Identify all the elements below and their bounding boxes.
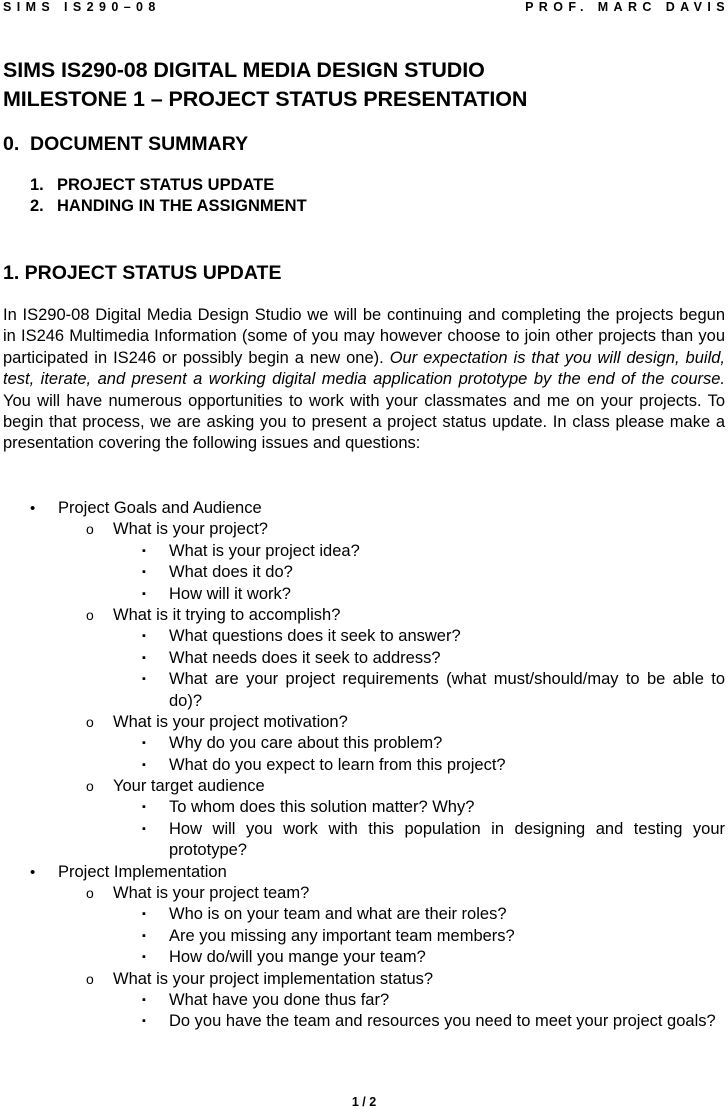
bullet-square-icon: ▪ xyxy=(142,630,146,643)
document-title: SIMS IS290-08 DIGITAL MEDIA DESIGN STUDI… xyxy=(3,56,723,114)
summary-item: 2. HANDING IN THE ASSIGNMENT xyxy=(30,196,307,217)
bullet-square-icon: ▪ xyxy=(142,737,146,750)
outline-label: To whom does this solution matter? Why? xyxy=(169,798,475,817)
outline-label: Project Implementation xyxy=(58,862,227,881)
outline-subitem: o What is your project implementation sta… xyxy=(0,969,728,990)
bullet-circle-icon: o xyxy=(86,778,94,795)
outline-label: What needs does it seek to address? xyxy=(169,648,441,667)
outline-item: • Project Goals and Audience xyxy=(0,498,728,519)
bullet-circle-icon: o xyxy=(86,970,94,987)
outline-subitem: o What is your project? xyxy=(0,519,728,540)
title-line-1: SIMS IS290-08 DIGITAL MEDIA DESIGN STUDI… xyxy=(3,58,485,82)
bullet-disc-icon: • xyxy=(30,500,36,517)
intro-paragraph: In IS290-08 Digital Media Design Studio … xyxy=(3,305,725,455)
issues-outline: • Project Goals and Audience o What is you… xyxy=(0,498,728,1054)
outline-question: ▪ How will it work? xyxy=(0,584,728,605)
header-course: SIMS IS290–08 xyxy=(3,0,161,14)
outline-label: Your target audience xyxy=(113,777,265,796)
outline-question: ▪ Why do you care about this problem? xyxy=(0,733,728,754)
outline-question: ▪ What does it do? xyxy=(0,562,728,583)
outline-question: ▪ Who is on your team and what are their … xyxy=(0,904,728,925)
outline-question: ▪ Do you have the team and resources you … xyxy=(0,1011,728,1054)
outline-label: Do you have the team and resources you n… xyxy=(169,1012,716,1031)
summary-item: 1. PROJECT STATUS UPDATE xyxy=(30,175,307,196)
bullet-square-icon: ▪ xyxy=(142,758,146,771)
header-professor: PROF. MARC DAVIS xyxy=(525,0,728,14)
bullet-square-icon: ▪ xyxy=(142,673,146,686)
summary-heading: 0. DOCUMENT SUMMARY xyxy=(3,132,248,156)
outline-question: ▪ What needs does it seek to address? xyxy=(0,648,728,669)
outline-question: ▪ What have you done thus far? xyxy=(0,990,728,1011)
summary-item-number: 2. xyxy=(30,197,44,215)
bullet-circle-icon: o xyxy=(86,606,94,623)
bullet-square-icon: ▪ xyxy=(142,544,146,557)
running-header: SIMS IS290–08 PROF. MARC DAVIS xyxy=(3,0,725,16)
outline-subitem: o Your target audience xyxy=(0,776,728,797)
outline-label: How will it work? xyxy=(169,584,291,603)
outline-subitem: o What is your project motivation? xyxy=(0,712,728,733)
outline-label: What is your project idea? xyxy=(169,541,360,560)
bullet-square-icon: ▪ xyxy=(142,951,146,964)
bullet-circle-icon: o xyxy=(86,885,94,902)
outline-label: What does it do? xyxy=(169,563,293,582)
bullet-square-icon: ▪ xyxy=(142,566,146,579)
bullet-square-icon: ▪ xyxy=(142,994,146,1007)
bullet-disc-icon: • xyxy=(30,863,36,881)
outline-label: What questions does it seek to answer? xyxy=(169,627,461,646)
bullet-circle-icon: o xyxy=(86,713,94,730)
outline-item: • Project Implementation xyxy=(0,862,728,883)
title-line-2: MILESTONE 1 – PROJECT STATUS PRESENTATIO… xyxy=(3,87,528,111)
outline-label: What is your project team? xyxy=(113,884,310,903)
bullet-square-icon: ▪ xyxy=(142,651,146,664)
bullet-square-icon: ▪ xyxy=(142,822,146,835)
bullet-square-icon: ▪ xyxy=(142,929,146,942)
bullet-circle-icon: o xyxy=(86,521,94,538)
outline-question: ▪ What questions does it seek to answer? xyxy=(0,626,728,647)
outline-label: How do/will you mange your team? xyxy=(169,948,426,967)
outline-question: ▪ What do you expect to learn from this p… xyxy=(0,755,728,776)
summary-heading-number: 0. xyxy=(3,133,20,155)
bullet-square-icon: ▪ xyxy=(142,587,146,600)
outline-subitem: o What is it trying to accomplish? xyxy=(0,605,728,626)
summary-item-label: HANDING IN THE ASSIGNMENT xyxy=(57,197,307,215)
summary-item-label: PROJECT STATUS UPDATE xyxy=(57,176,275,194)
bullet-square-icon: ▪ xyxy=(142,908,146,921)
outline-question: ▪ To whom does this solution matter? Why? xyxy=(0,797,728,818)
outline-label: What is your project implementation stat… xyxy=(113,969,434,988)
summary-list: 1. PROJECT STATUS UPDATE 2. HANDING IN THE… xyxy=(30,175,307,217)
outline-question: ▪ How will you work with this population … xyxy=(0,819,728,862)
outline-label: What is your project? xyxy=(113,520,268,539)
bullet-square-icon: ▪ xyxy=(142,801,146,814)
outline-label: What do you expect to learn from this pr… xyxy=(169,755,506,774)
outline-label: What is your project motivation? xyxy=(113,712,348,731)
outline-label: Project Goals and Audience xyxy=(58,499,262,517)
summary-item-number: 1. xyxy=(30,176,44,194)
outline-label: Why do you care about this problem? xyxy=(169,734,443,753)
summary-heading-text: DOCUMENT SUMMARY xyxy=(30,133,249,155)
intro-text-2: You will have numerous opportunities to … xyxy=(3,391,725,453)
outline-label: Who is on your team and what are their r… xyxy=(169,905,507,924)
document-page: SIMS IS290–08 PROF. MARC DAVIS SIMS IS29… xyxy=(0,0,728,1109)
outline-label: How will you work with this population i… xyxy=(169,819,725,860)
outline-question: ▪ How do/will you mange your team? xyxy=(0,947,728,968)
outline-question: ▪ What is your project idea? xyxy=(0,541,728,562)
outline-label: Are you missing any important team membe… xyxy=(169,926,515,945)
page-number: 1 / 2 xyxy=(351,1095,377,1109)
outline-question: ▪ What are your project requirements (wha… xyxy=(0,669,728,712)
outline-label: What are your project requirements (what… xyxy=(169,670,725,710)
outline-label: What have you done thus far? xyxy=(169,991,390,1010)
bullet-square-icon: ▪ xyxy=(142,1015,146,1028)
section-1-heading: 1. PROJECT STATUS UPDATE xyxy=(3,262,282,284)
outline-question: ▪ Are you missing any important team memb… xyxy=(0,926,728,947)
outline-subitem: o What is your project team? xyxy=(0,883,728,904)
outline-label: What is it trying to accomplish? xyxy=(113,605,341,624)
